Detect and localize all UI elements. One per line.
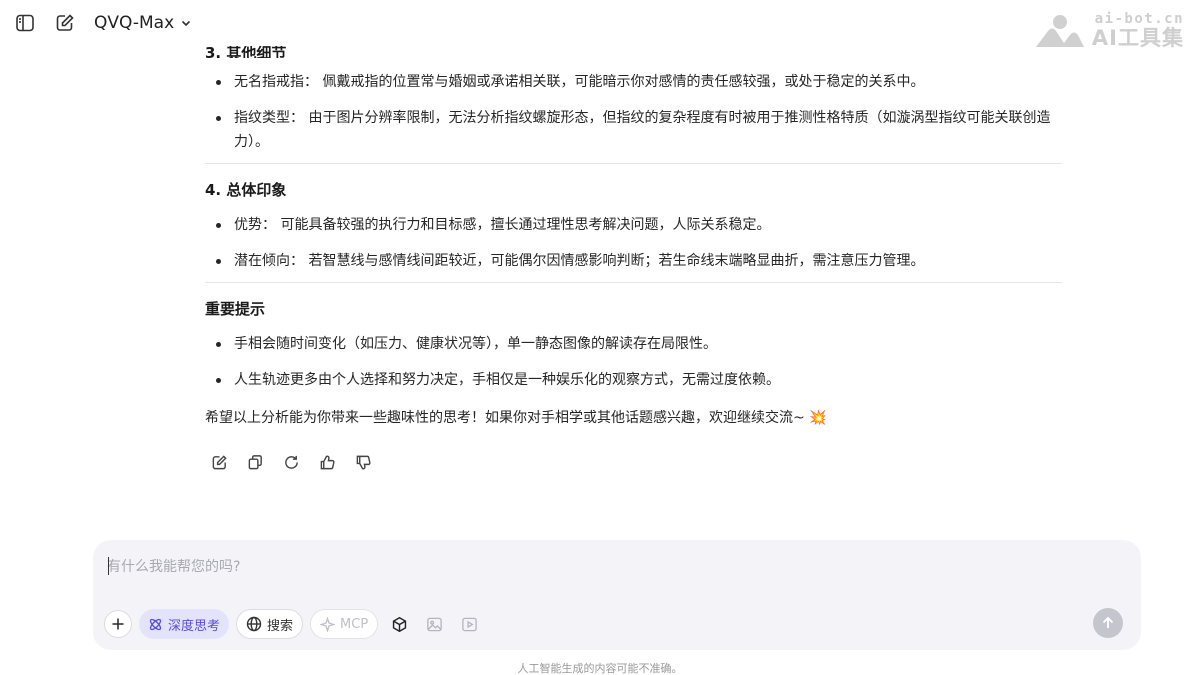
list-item: 无名指戒指： 佩戴戒指的位置常与婚姻或承诺相关联，可能暗示你对感情的责任感较强，… (205, 70, 1062, 94)
notice-heading: 重要提示 (205, 300, 266, 318)
mcp-label: MCP (340, 616, 369, 632)
arrow-up-icon (1102, 616, 1114, 628)
model-name: QVQ-Max (94, 13, 175, 33)
brand-logo-icon (1035, 14, 1084, 47)
notice-list: 手相会随时间变化（如压力、健康状况等），单一静态图像的解读存在局限性。 人生轨迹… (205, 332, 1062, 392)
brand-domain: ai-bot.cn (1094, 11, 1184, 27)
list-item: 潜在倾向： 若智慧线与感情线间距较近，可能偶尔因情感影响判断；若生命线末端略显曲… (205, 249, 1062, 273)
input-toolbar: 深度思考 搜索 MCP (104, 609, 483, 639)
divider (205, 163, 1062, 164)
plus-icon (112, 618, 124, 630)
assistant-message: 3. 其他细节 无名指戒指： 佩戴戒指的位置常与婚姻或承诺相关联，可能暗示你对感… (205, 38, 1062, 474)
cube-icon[interactable] (385, 610, 413, 638)
globe-icon (246, 616, 262, 632)
image-icon[interactable] (420, 610, 448, 638)
list-item: 优势： 可能具备较强的执行力和目标感，擅长通过理性思考解决问题，人际关系稳定。 (205, 213, 1062, 237)
closing-text: 希望以上分析能为你带来一些趣味性的思考！如果你对手相学或其他话题感兴趣，欢迎继续… (205, 410, 827, 426)
mcp-button[interactable]: MCP (310, 609, 379, 639)
section-4-heading: 4. 总体印象 (205, 181, 287, 199)
model-selector[interactable]: QVQ-Max (94, 13, 192, 33)
atom-icon (148, 617, 163, 632)
section-3-list: 无名指戒指： 佩戴戒指的位置常与婚姻或承诺相关联，可能暗示你对感情的责任感较强，… (205, 70, 1062, 154)
regenerate-icon[interactable] (277, 450, 313, 474)
sparkle-icon (320, 616, 336, 632)
search-label: 搜索 (267, 618, 294, 634)
search-button[interactable]: 搜索 (236, 609, 304, 639)
new-chat-icon[interactable] (54, 12, 76, 34)
brand-name: AI工具集 (1091, 26, 1184, 50)
chat-input-box: 深度思考 搜索 MCP (93, 540, 1141, 650)
chevron-down-icon (180, 17, 192, 29)
deep-think-label: 深度思考 (168, 618, 221, 634)
divider (205, 282, 1062, 283)
text-caret (108, 557, 109, 575)
chat-input[interactable] (107, 554, 1067, 580)
section-4-list: 优势： 可能具备较强的执行力和目标感，擅长通过理性思考解决问题，人际关系稳定。 … (205, 213, 1062, 273)
send-button[interactable] (1093, 608, 1123, 638)
deep-think-button[interactable]: 深度思考 (139, 609, 230, 639)
add-attachment-button[interactable] (104, 610, 132, 638)
watermark-logo: ai-bot.cn AI工具集 (1034, 12, 1184, 49)
copy-icon[interactable] (241, 450, 277, 474)
edit-icon[interactable] (205, 450, 241, 474)
list-item: 手相会随时间变化（如压力、健康状况等），单一静态图像的解读存在局限性。 (205, 332, 1062, 356)
list-item: 指纹类型： 由于图片分辨率限制，无法分析指纹螺旋形态，但指纹的复杂程度有时被用于… (205, 106, 1062, 154)
sidebar-toggle-icon[interactable] (14, 12, 36, 34)
message-actions (205, 450, 1062, 474)
list-item: 人生轨迹更多由个人选择和努力决定，手相仅是一种娱乐化的观察方式，无需过度依赖。 (205, 368, 1062, 392)
ai-disclaimer: 人工智能生成的内容可能不准确。 (517, 662, 683, 675)
thumbs-down-icon[interactable] (349, 450, 385, 474)
video-icon[interactable] (455, 610, 483, 638)
thumbs-up-icon[interactable] (313, 450, 349, 474)
top-bar: QVQ-Max ai-bot.cn AI工具集 (0, 0, 1200, 49)
